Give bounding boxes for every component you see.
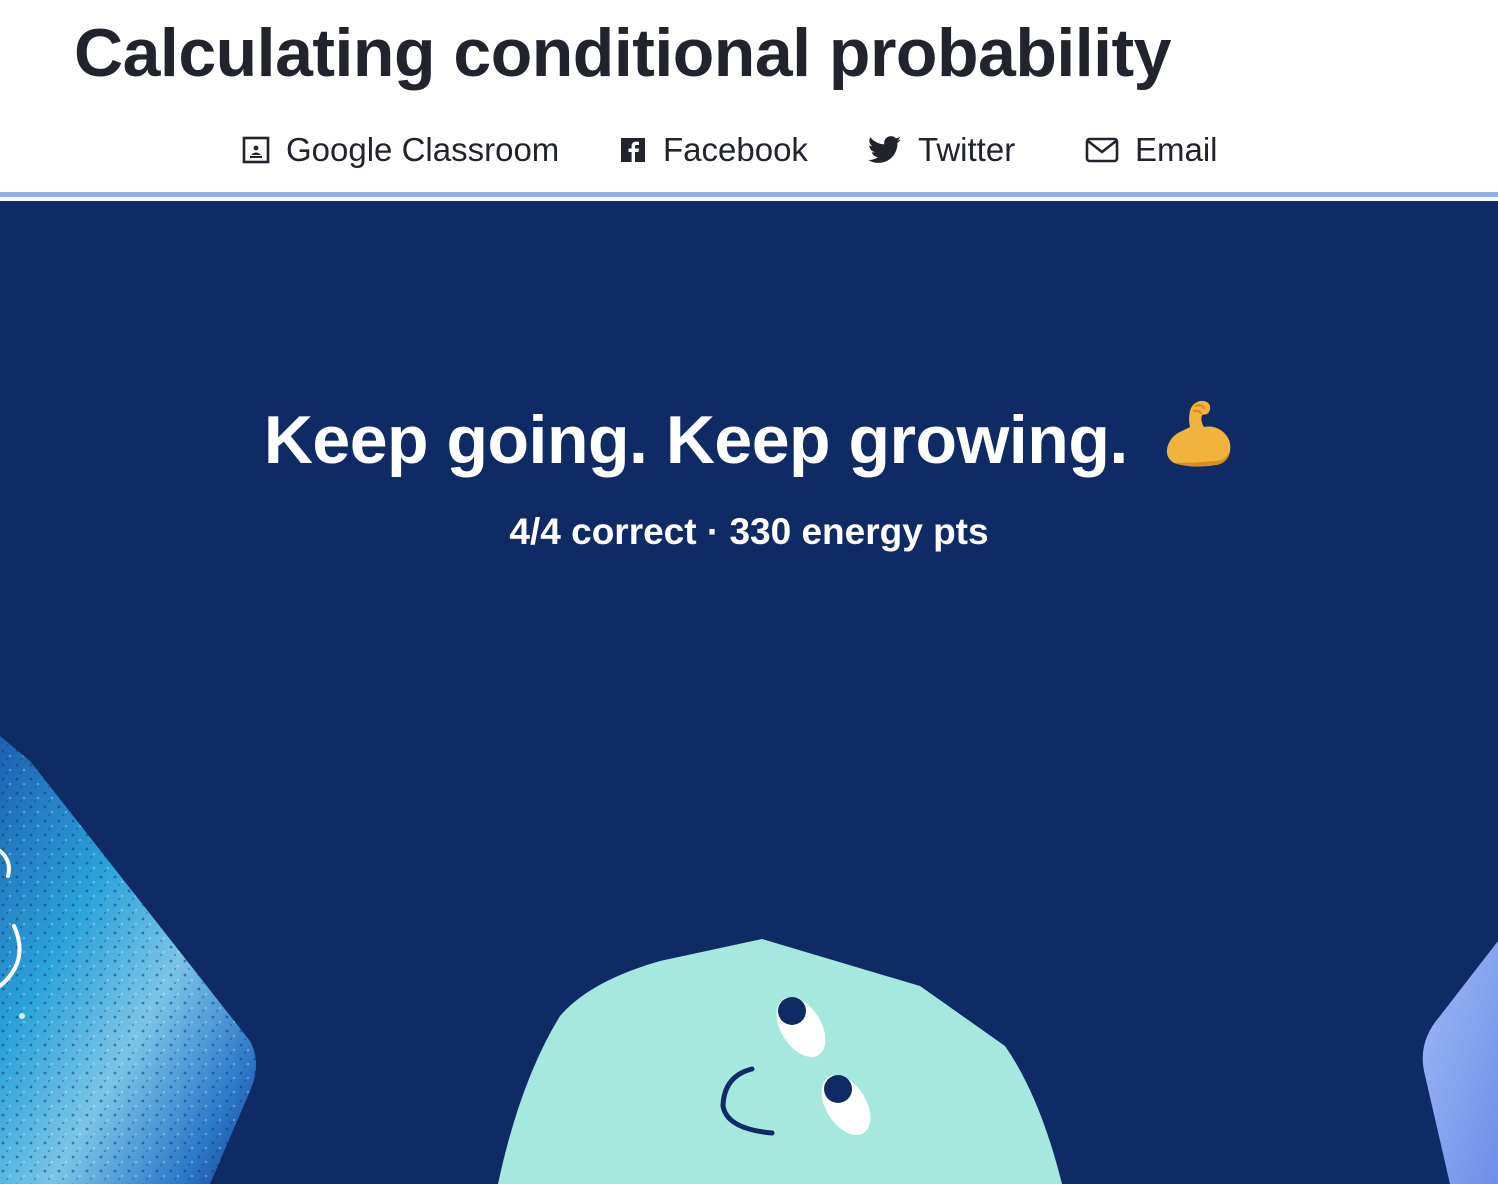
results-stats: 4/4 correct · 330 energy pts xyxy=(509,511,989,552)
right-character xyxy=(1422,941,1498,1184)
results-headline: Keep going. Keep growing. xyxy=(0,397,1498,487)
share-facebook-button[interactable]: Facebook xyxy=(619,128,808,172)
hero-illustration xyxy=(0,736,1498,1184)
flexed-biceps-icon xyxy=(1160,397,1234,487)
page-title: Calculating conditional probability xyxy=(74,15,1172,91)
center-character xyxy=(498,939,1062,1184)
google-classroom-icon xyxy=(242,136,270,164)
left-character xyxy=(0,736,256,1184)
share-twitter-label: Twitter xyxy=(918,131,1016,168)
facebook-icon xyxy=(619,136,647,164)
page-header: Calculating conditional probability Goog… xyxy=(0,0,1498,192)
share-facebook-label: Facebook xyxy=(663,131,808,168)
share-twitter-button[interactable]: Twitter xyxy=(868,128,1015,172)
share-email-label: Email xyxy=(1135,131,1218,168)
email-icon xyxy=(1085,137,1119,163)
share-email-button[interactable]: Email xyxy=(1085,128,1218,172)
twitter-icon xyxy=(868,136,902,164)
share-bar: Google Classroom Facebook Twitter Email xyxy=(0,128,1498,172)
results-headline-text: Keep going. Keep growing. xyxy=(263,402,1128,478)
share-google-classroom-label: Google Classroom xyxy=(286,131,560,168)
results-panel: Keep going. Keep growing. 4/4 correct · … xyxy=(0,201,1498,1184)
share-google-classroom-button[interactable]: Google Classroom xyxy=(242,128,559,172)
